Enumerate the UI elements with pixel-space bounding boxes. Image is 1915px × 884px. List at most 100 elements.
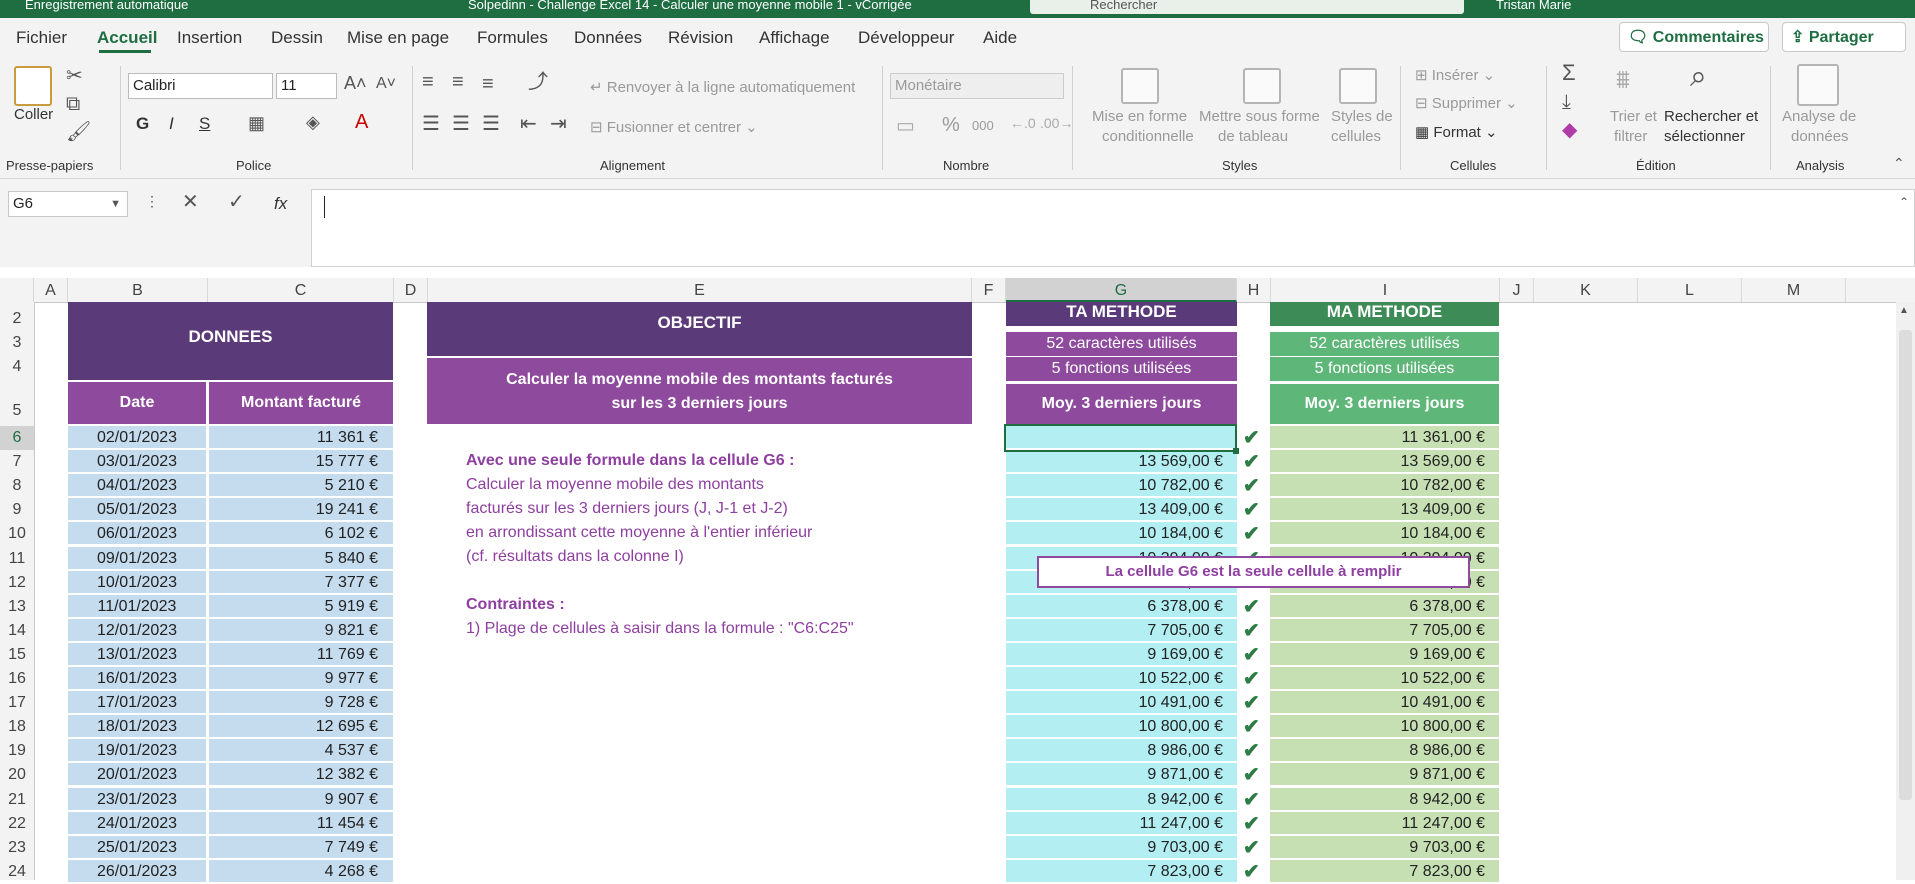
tab-donnees[interactable]: Données: [574, 28, 642, 48]
cell-styles-line2[interactable]: cellules: [1331, 128, 1381, 145]
amount-cell[interactable]: 9 728 €: [209, 691, 393, 714]
sort-filter-icon[interactable]: ⩩: [1616, 66, 1630, 92]
ta-result-cell[interactable]: 9 169,00 €: [1006, 643, 1237, 666]
ma-chars-count[interactable]: 52 caractères utilisés: [1270, 332, 1499, 356]
thousands-button[interactable]: 000: [972, 118, 994, 133]
amount-cell[interactable]: 6 102 €: [209, 522, 393, 545]
ma-result-cell[interactable]: 7 705,00 €: [1270, 619, 1499, 642]
date-cell[interactable]: 17/01/2023: [68, 691, 206, 714]
column-header-i[interactable]: I: [1271, 278, 1500, 302]
cell-styles-line1[interactable]: Styles de: [1331, 108, 1393, 125]
instruction-line[interactable]: Calculer la moyenne mobile des montants: [466, 476, 764, 494]
column-header-h[interactable]: H: [1237, 278, 1271, 302]
column-header-k[interactable]: K: [1534, 278, 1638, 302]
amount-cell[interactable]: 11 454 €: [209, 812, 393, 835]
bold-button[interactable]: G: [136, 114, 149, 134]
ma-result-cell[interactable]: 9 871,00 €: [1270, 763, 1499, 786]
tab-revision[interactable]: Révision: [668, 28, 733, 48]
ta-result-cell[interactable]: 10 800,00 €: [1006, 715, 1237, 738]
paste-button[interactable]: Coller: [14, 106, 53, 123]
instruction-line[interactable]: en arrondissant cette moyenne à l'entier…: [466, 524, 812, 542]
date-cell[interactable]: 04/01/2023: [68, 474, 206, 497]
ta-result-cell[interactable]: 6 378,00 €: [1006, 595, 1237, 618]
date-cell[interactable]: 19/01/2023: [68, 739, 206, 762]
instruction-title[interactable]: Avec une seule formule dans la cellule G…: [466, 452, 794, 470]
date-cell[interactable]: 18/01/2023: [68, 715, 206, 738]
row-header[interactable]: 24: [0, 860, 34, 884]
decrease-font-icon[interactable]: A˅: [376, 76, 396, 92]
ta-functions-count[interactable]: 5 fonctions utilisées: [1006, 357, 1237, 381]
ta-result-cell[interactable]: 10 782,00 €: [1006, 474, 1237, 497]
date-cell[interactable]: 02/01/2023: [68, 426, 206, 449]
increase-font-icon[interactable]: A˄: [344, 74, 367, 92]
decrease-decimal-icon[interactable]: .00→: [1040, 116, 1073, 130]
orientation-icon[interactable]: ⤴: [528, 72, 548, 92]
underline-button[interactable]: S: [199, 114, 210, 134]
ma-result-cell[interactable]: 10 184,00 €: [1270, 522, 1499, 545]
find-select-line2[interactable]: sélectionner: [1664, 128, 1745, 145]
fill-icon[interactable]: ⤓: [1562, 92, 1571, 112]
column-header-m[interactable]: M: [1742, 278, 1846, 302]
date-cell[interactable]: 09/01/2023: [68, 547, 206, 570]
percent-button[interactable]: %: [942, 114, 960, 137]
amount-cell[interactable]: 9 977 €: [209, 667, 393, 690]
ma-result-cell[interactable]: 13 569,00 €: [1270, 450, 1499, 473]
amount-cell[interactable]: 7 749 €: [209, 836, 393, 859]
ta-result-cell[interactable]: 13 569,00 €: [1006, 450, 1237, 473]
date-cell[interactable]: 13/01/2023: [68, 643, 206, 666]
tab-insertion[interactable]: Insertion: [177, 28, 242, 48]
date-cell[interactable]: 03/01/2023: [68, 450, 206, 473]
conditional-formatting-line2[interactable]: conditionnelle: [1102, 128, 1194, 145]
ma-result-cell[interactable]: 8 942,00 €: [1270, 788, 1499, 811]
date-cell[interactable]: 24/01/2023: [68, 812, 206, 835]
share-button[interactable]: ⇪ Partager: [1782, 22, 1906, 52]
amount-cell[interactable]: 12 382 €: [209, 763, 393, 786]
sort-filter-line2[interactable]: filtrer: [1614, 128, 1647, 145]
row-header[interactable]: 17: [0, 691, 34, 715]
ma-result-cell[interactable]: 11 361,00 €: [1270, 426, 1499, 449]
row-header[interactable]: 8: [0, 474, 34, 498]
date-cell[interactable]: 25/01/2023: [68, 836, 206, 859]
constraints-title[interactable]: Contraintes :: [466, 596, 565, 614]
ta-result-cell[interactable]: 10 184,00 €: [1006, 522, 1237, 545]
ta-chars-count[interactable]: 52 caractères utilisés: [1006, 332, 1237, 356]
analyze-data-icon[interactable]: [1797, 64, 1839, 106]
align-top-icon[interactable]: ≡: [422, 72, 434, 92]
merge-center-button[interactable]: ⊟ Fusionner et centrer ⌄: [590, 118, 758, 136]
align-right-icon[interactable]: ☰: [482, 114, 500, 134]
sort-filter-line1[interactable]: Trier et: [1610, 108, 1657, 125]
row-header[interactable]: 16: [0, 667, 34, 691]
constraint-line[interactable]: 1) Plage de cellules à saisir dans la fo…: [466, 620, 854, 638]
ma-result-cell[interactable]: 8 986,00 €: [1270, 739, 1499, 762]
ma-column-header[interactable]: Moy. 3 derniers jours: [1270, 384, 1499, 424]
tab-dessin[interactable]: Dessin: [271, 28, 323, 48]
scissors-icon[interactable]: ✂: [66, 66, 83, 86]
ta-result-cell[interactable]: 8 942,00 €: [1006, 788, 1237, 811]
fill-color-icon[interactable]: ◈: [306, 113, 320, 131]
ma-result-cell[interactable]: 10 491,00 €: [1270, 691, 1499, 714]
copy-icon[interactable]: ⧉: [66, 94, 80, 114]
accounting-icon[interactable]: ▭: [896, 116, 915, 136]
donnees-header[interactable]: DONNEES: [68, 302, 393, 380]
collapse-ribbon-icon[interactable]: ⌃: [1893, 156, 1905, 170]
comments-button[interactable]: 🗨 Commentaires: [1619, 22, 1769, 52]
delete-cells-button[interactable]: ⊟ Supprimer ⌄: [1415, 94, 1518, 112]
date-cell[interactable]: 11/01/2023: [68, 595, 206, 618]
italic-button[interactable]: I: [169, 114, 174, 134]
ma-result-cell[interactable]: 13 409,00 €: [1270, 498, 1499, 521]
instruction-line[interactable]: facturés sur les 3 derniers jours (J, J-…: [466, 500, 788, 518]
font-color-icon[interactable]: A: [355, 112, 368, 132]
insert-function-button[interactable]: fx: [274, 194, 287, 214]
ma-result-cell[interactable]: 10 782,00 €: [1270, 474, 1499, 497]
column-header-d[interactable]: D: [394, 278, 428, 302]
ma-result-cell[interactable]: 10 522,00 €: [1270, 667, 1499, 690]
objectif-header[interactable]: OBJECTIF: [427, 302, 972, 356]
ma-result-cell[interactable]: 9 169,00 €: [1270, 643, 1499, 666]
ta-column-header[interactable]: Moy. 3 derniers jours: [1006, 384, 1237, 424]
ta-result-cell[interactable]: 9 871,00 €: [1006, 763, 1237, 786]
date-cell[interactable]: 05/01/2023: [68, 498, 206, 521]
column-header-a[interactable]: A: [34, 278, 68, 302]
column-header-c[interactable]: C: [208, 278, 394, 302]
borders-icon[interactable]: ▦: [248, 114, 265, 132]
amount-cell[interactable]: 12 695 €: [209, 715, 393, 738]
